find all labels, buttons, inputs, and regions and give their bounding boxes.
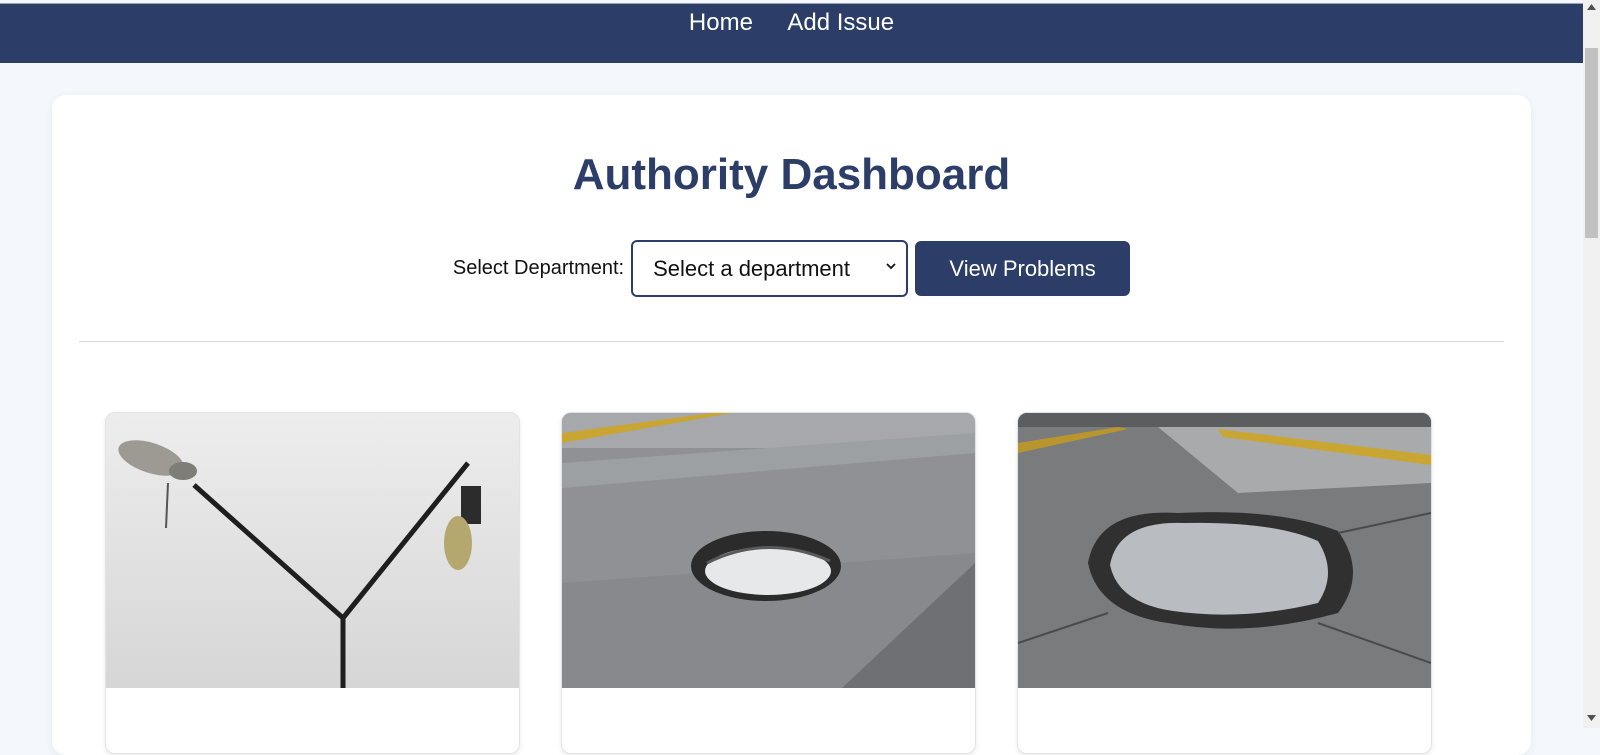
problem-image-street-light xyxy=(106,413,519,688)
page-title: Authority Dashboard xyxy=(572,150,1011,199)
nav-home-link[interactable]: Home xyxy=(689,8,753,38)
scrollbar-thumb[interactable] xyxy=(1585,48,1598,238)
top-navbar: Home Add Issue xyxy=(0,3,1583,63)
main-nav: Home Add Issue xyxy=(0,8,1583,38)
department-label: Select Department: xyxy=(452,257,625,279)
chevron-down-icon xyxy=(886,263,896,270)
department-filter: Select Department: Select a department V… xyxy=(52,240,1531,297)
view-problems-button[interactable]: View Problems xyxy=(915,241,1131,296)
problem-card[interactable] xyxy=(1017,412,1432,754)
department-select[interactable]: Select a department xyxy=(631,240,909,297)
problem-card[interactable] xyxy=(105,412,520,754)
divider xyxy=(79,341,1504,342)
problem-image-pothole xyxy=(562,413,975,688)
dashboard-card: Authority Dashboard Select Department: S… xyxy=(52,95,1531,755)
page-scrollbar[interactable] xyxy=(1583,0,1600,728)
problem-image-pothole-water xyxy=(1018,413,1431,688)
nav-add-issue-link[interactable]: Add Issue xyxy=(787,8,894,38)
problem-card[interactable] xyxy=(561,412,976,754)
scroll-down-icon[interactable] xyxy=(1587,715,1596,721)
department-select-value: Select a department xyxy=(653,255,850,281)
scroll-up-icon[interactable] xyxy=(1587,4,1596,10)
